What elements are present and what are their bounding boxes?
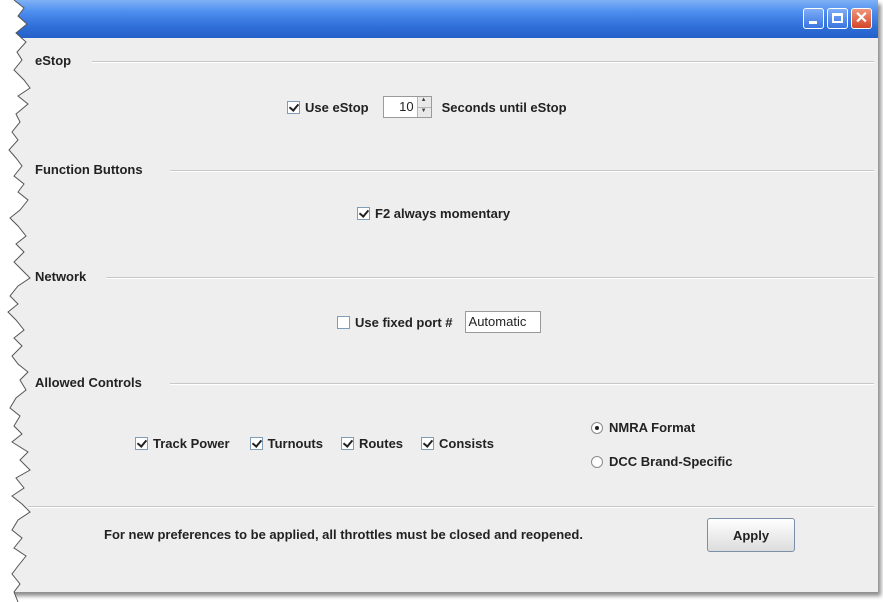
consists-label: Consists bbox=[439, 436, 494, 451]
turnouts-label: Turnouts bbox=[267, 436, 323, 451]
minimize-button[interactable] bbox=[803, 8, 824, 29]
window-controls: ✕ bbox=[803, 8, 872, 29]
spinner-up-button[interactable]: ▲ bbox=[417, 97, 431, 107]
maximize-icon bbox=[832, 13, 843, 23]
fixed-port-label: Use fixed port # bbox=[355, 314, 453, 330]
fixed-port-checkbox[interactable] bbox=[337, 315, 350, 329]
minimize-icon bbox=[809, 21, 817, 24]
footer-message: For new preferences to be applied, all t… bbox=[104, 527, 583, 542]
consists-checkbox[interactable] bbox=[421, 437, 435, 450]
estop-seconds-value[interactable]: 10 bbox=[384, 97, 417, 117]
function-buttons-row: F2 always momentary bbox=[357, 206, 510, 221]
port-number-field[interactable]: Automatic bbox=[464, 311, 541, 333]
dcc-brand-specific-option[interactable]: DCC Brand-Specific bbox=[591, 454, 733, 469]
routes-checkbox[interactable] bbox=[340, 437, 354, 450]
dcc-brand-specific-radio[interactable] bbox=[591, 455, 603, 468]
nmra-format-option[interactable]: NMRA Format bbox=[591, 420, 695, 435]
function-buttons-section-title: Function Buttons bbox=[35, 162, 147, 177]
use-estop-checkbox[interactable] bbox=[287, 100, 300, 114]
estop-seconds-spinner[interactable]: 10 ▲ ▼ bbox=[382, 96, 432, 118]
arrow-down-icon: ▼ bbox=[420, 107, 427, 114]
routes-label: Routes bbox=[358, 436, 404, 451]
turnouts-checkbox[interactable] bbox=[249, 437, 263, 450]
use-estop-label: Use eStop bbox=[305, 99, 369, 115]
estop-seconds-label: Seconds until eStop bbox=[441, 99, 567, 115]
f2-momentary-checkbox[interactable] bbox=[357, 207, 370, 220]
preferences-window: ✕ eStop Use eStop 10 ▲ ▼ Seconds until e… bbox=[0, 0, 878, 592]
spinner-arrows: ▲ ▼ bbox=[416, 97, 431, 117]
estop-row: Use eStop 10 ▲ ▼ Seconds until eStop bbox=[287, 96, 567, 118]
function-buttons-divider bbox=[170, 170, 874, 172]
track-power-label: Track Power bbox=[153, 436, 230, 451]
allowed-controls-divider bbox=[170, 383, 874, 385]
footer-divider bbox=[28, 506, 874, 508]
title-bar[interactable]: ✕ bbox=[0, 0, 878, 38]
close-button[interactable]: ✕ bbox=[851, 8, 872, 29]
nmra-format-radio[interactable] bbox=[591, 421, 603, 434]
network-row: Use fixed port # Automatic bbox=[337, 311, 541, 333]
torn-edge-decoration bbox=[0, 0, 31, 602]
close-icon: ✕ bbox=[854, 10, 869, 27]
estop-divider bbox=[92, 61, 874, 63]
track-power-checkbox[interactable] bbox=[135, 437, 148, 450]
spinner-down-button[interactable]: ▼ bbox=[417, 106, 431, 117]
dcc-brand-specific-label: DCC Brand-Specific bbox=[609, 454, 733, 469]
network-divider bbox=[106, 277, 874, 279]
network-section-title: Network bbox=[35, 269, 91, 284]
maximize-button[interactable] bbox=[827, 8, 848, 29]
arrow-up-icon: ▲ bbox=[420, 97, 427, 103]
nmra-format-label: NMRA Format bbox=[609, 420, 696, 435]
f2-momentary-label: F2 always momentary bbox=[375, 206, 511, 221]
allowed-controls-section-title: Allowed Controls bbox=[35, 375, 146, 390]
allowed-controls-row: Track Power Turnouts Routes Consists bbox=[135, 436, 494, 451]
apply-button[interactable]: Apply bbox=[707, 518, 795, 552]
